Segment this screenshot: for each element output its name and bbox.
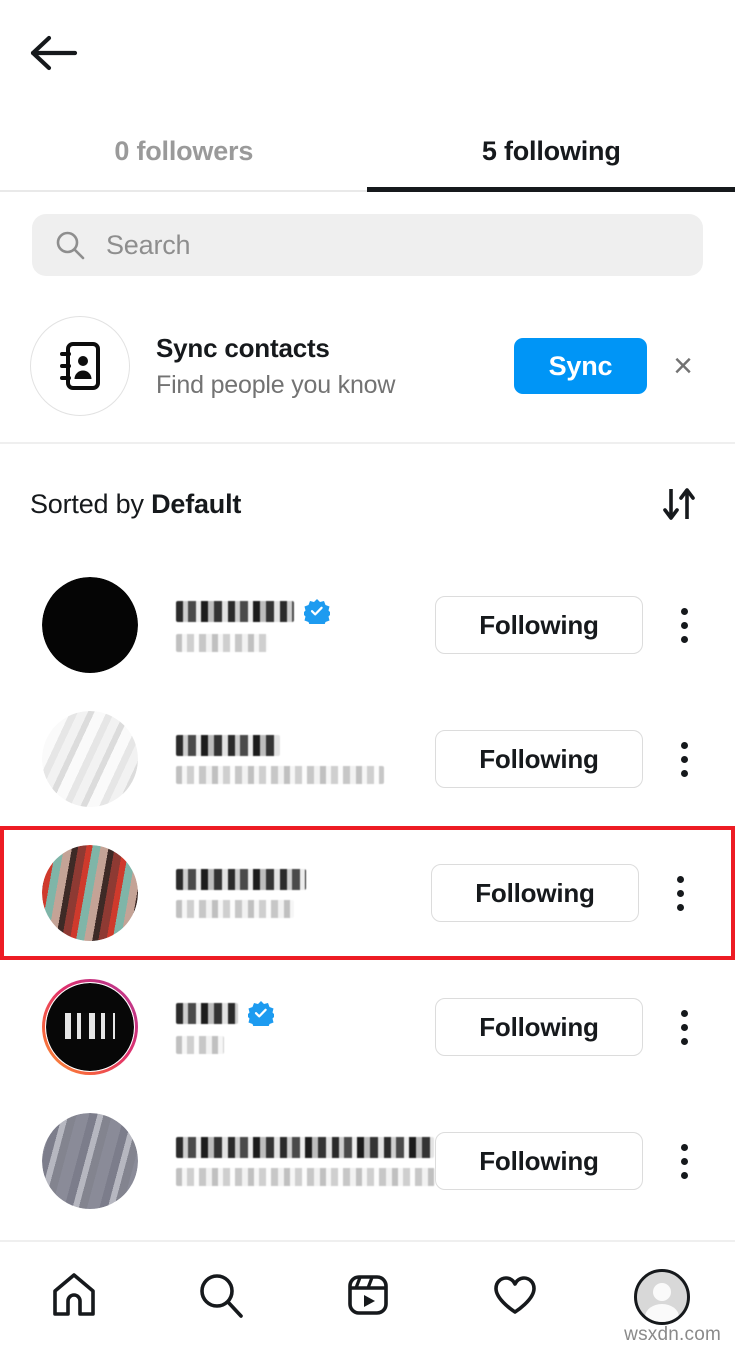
tab-following-label: 5 following xyxy=(481,135,621,166)
top-bar xyxy=(0,0,735,110)
sorted-by-label: Sorted by Default xyxy=(30,489,241,520)
search-icon xyxy=(54,229,86,261)
avatar[interactable] xyxy=(42,1113,138,1209)
search-placeholder: Search xyxy=(106,229,191,260)
fullname-line xyxy=(176,756,435,784)
more-options-icon[interactable] xyxy=(655,596,713,654)
username-line xyxy=(176,868,431,890)
sync-contacts-text: Sync contacts Find people you know xyxy=(156,333,514,400)
username-blurred xyxy=(176,1002,238,1024)
avatar[interactable] xyxy=(42,577,138,673)
avatar[interactable] xyxy=(42,845,138,941)
fullname-line xyxy=(176,1026,435,1054)
tab-followers-label: 0 followers xyxy=(114,135,254,166)
fullname-line xyxy=(176,624,435,652)
fullname-blurred xyxy=(176,899,294,918)
avatar[interactable] xyxy=(42,979,138,1075)
username-line xyxy=(176,1000,435,1030)
sync-button[interactable]: Sync xyxy=(514,338,647,394)
search-input[interactable]: Search xyxy=(32,214,703,276)
username-blurred xyxy=(176,600,294,622)
following-button[interactable]: Following xyxy=(431,864,639,922)
more-options-icon[interactable] xyxy=(655,1132,713,1190)
following-button[interactable]: Following xyxy=(435,998,643,1056)
back-button[interactable] xyxy=(24,26,84,84)
watermark: wsxdn.com xyxy=(624,1324,721,1345)
sorted-by-value: Default xyxy=(151,488,242,519)
table-row[interactable]: Following xyxy=(0,960,735,1094)
following-user-list: Following Following Following Following … xyxy=(0,558,735,1228)
verified-badge-icon xyxy=(246,1000,276,1030)
tab-following[interactable]: 5 following xyxy=(368,110,735,192)
following-button[interactable]: Following xyxy=(435,596,643,654)
sync-contacts-row: Sync contacts Find people you know Sync … xyxy=(0,294,735,444)
profile-avatar-icon xyxy=(633,1269,690,1325)
following-button[interactable]: Following xyxy=(435,1132,643,1190)
username-line xyxy=(176,1136,435,1158)
user-identity xyxy=(176,598,435,652)
fullname-blurred xyxy=(176,765,384,784)
username-blurred xyxy=(176,1136,434,1158)
username-blurred xyxy=(176,868,306,890)
search-icon xyxy=(196,1270,246,1325)
close-icon[interactable]: × xyxy=(655,338,711,394)
table-row[interactable]: Following xyxy=(0,558,735,692)
table-row-highlighted[interactable]: Following xyxy=(0,826,735,960)
following-button[interactable]: Following xyxy=(435,730,643,788)
nav-activity[interactable] xyxy=(467,1257,563,1337)
user-identity xyxy=(176,734,435,784)
verified-badge-icon xyxy=(302,598,332,628)
home-icon xyxy=(49,1270,99,1325)
search-section: Search xyxy=(0,192,735,294)
nav-home[interactable] xyxy=(26,1257,122,1337)
username-line xyxy=(176,598,435,628)
reels-icon xyxy=(343,1270,393,1325)
table-row[interactable]: Following xyxy=(0,692,735,826)
nav-search[interactable] xyxy=(173,1257,269,1337)
fullname-blurred xyxy=(176,1167,435,1186)
tab-followers[interactable]: 0 followers xyxy=(0,110,368,192)
arrow-left-icon xyxy=(29,34,79,77)
avatar[interactable] xyxy=(42,711,138,807)
more-options-icon[interactable] xyxy=(655,998,713,1056)
fullname-line xyxy=(176,1158,435,1186)
fullname-blurred xyxy=(176,1036,224,1054)
heart-icon xyxy=(490,1270,540,1325)
user-identity xyxy=(176,1000,435,1054)
fullname-line xyxy=(176,890,431,918)
user-identity xyxy=(176,1136,435,1186)
more-options-icon[interactable] xyxy=(655,730,713,788)
sync-contacts-subtitle: Find people you know xyxy=(156,370,396,399)
user-identity xyxy=(176,868,431,918)
username-line xyxy=(176,734,435,756)
sorted-by-row: Sorted by Default xyxy=(0,444,735,558)
nav-reels[interactable] xyxy=(320,1257,416,1337)
sorted-by-prefix: Sorted by xyxy=(30,488,152,519)
username-blurred xyxy=(176,734,280,756)
contacts-book-icon xyxy=(30,316,130,416)
sync-contacts-title: Sync contacts xyxy=(156,332,330,363)
instagram-following-screen: 0 followers 5 following Search Sync cont… xyxy=(0,0,735,1352)
tab-underline-active xyxy=(367,187,735,192)
sort-arrows-icon[interactable] xyxy=(653,478,705,530)
more-options-icon[interactable] xyxy=(651,864,709,922)
tab-bar: 0 followers 5 following xyxy=(0,110,735,192)
table-row[interactable]: Following xyxy=(0,1094,735,1228)
fullname-blurred xyxy=(176,634,268,652)
